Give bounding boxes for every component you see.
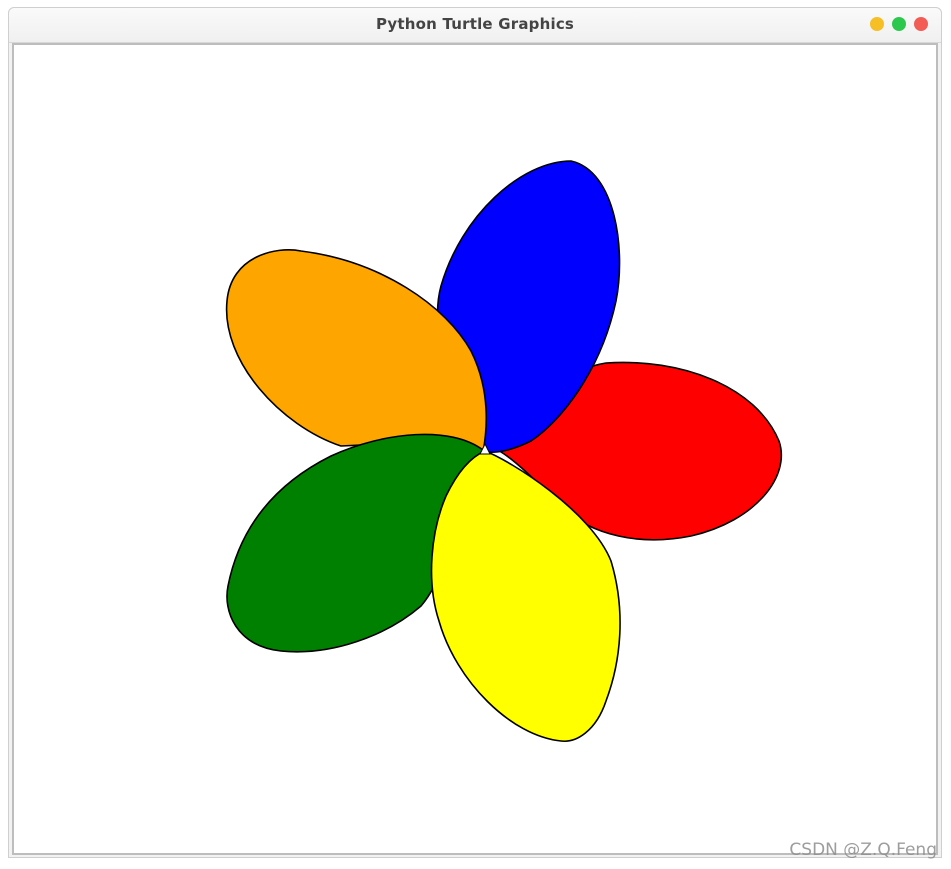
turtle-canvas[interactable]	[12, 43, 938, 855]
turtle-window: Python Turtle Graphics	[8, 7, 942, 858]
watermark-text: CSDN @Z.Q.Feng	[789, 840, 937, 860]
flower-drawing	[1, 1, 951, 869]
